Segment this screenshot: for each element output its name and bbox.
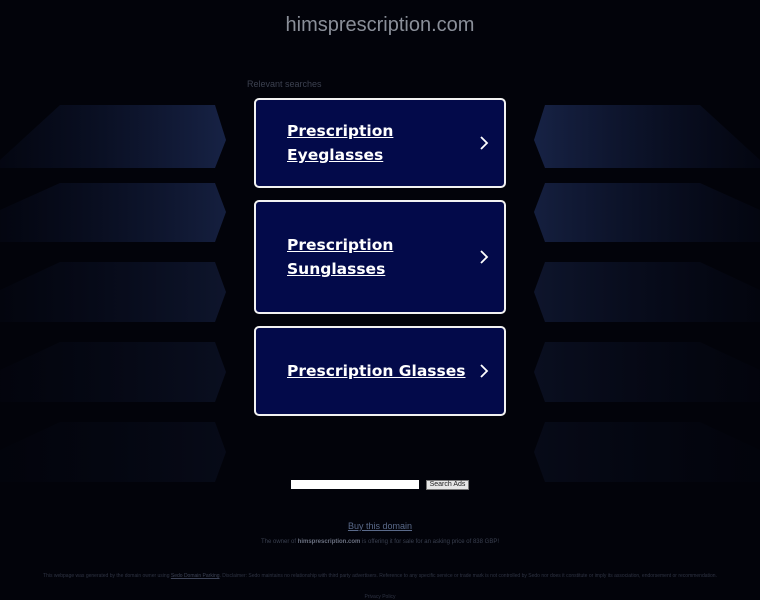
owner-prefix: The owner of xyxy=(260,539,298,545)
related-search-eyeglasses[interactable]: Prescription Eyeglasses xyxy=(254,98,506,188)
owner-domain: himsprescription.com xyxy=(297,539,361,545)
related-search-label: Prescription Glasses xyxy=(287,362,466,380)
sedo-parking-link[interactable]: Sedo Domain Parking xyxy=(171,573,220,579)
owner-suffix: is offering it for sale for an asking pr… xyxy=(360,539,499,545)
chevron-right-icon xyxy=(480,364,489,378)
search-ads-button[interactable]: Search Ads xyxy=(426,480,469,490)
relevant-searches-heading: Relevant searches xyxy=(247,79,322,89)
related-search-label: Prescription Eyeglasses xyxy=(287,122,394,164)
related-search-label: Prescription Sunglasses xyxy=(287,236,394,278)
disclaimer-prefix: This webpage was generated by the domain… xyxy=(43,573,171,579)
disclaimer-suffix: . Disclaimer: Sedo maintains no relation… xyxy=(219,573,717,579)
related-search-glasses[interactable]: Prescription Glasses xyxy=(254,326,506,416)
buy-domain-link[interactable]: Buy this domain xyxy=(0,521,760,531)
site-title: himsprescription.com xyxy=(285,14,475,36)
chevron-right-icon xyxy=(480,136,489,150)
related-search-sunglasses[interactable]: Prescription Sunglasses xyxy=(254,200,506,314)
chevron-right-icon xyxy=(480,250,489,264)
search-input[interactable] xyxy=(291,480,419,489)
privacy-policy-link[interactable]: Privacy Policy xyxy=(0,594,760,600)
disclaimer: This webpage was generated by the domain… xyxy=(40,573,720,579)
owner-notice: The owner of himsprescription.com is off… xyxy=(0,539,760,545)
